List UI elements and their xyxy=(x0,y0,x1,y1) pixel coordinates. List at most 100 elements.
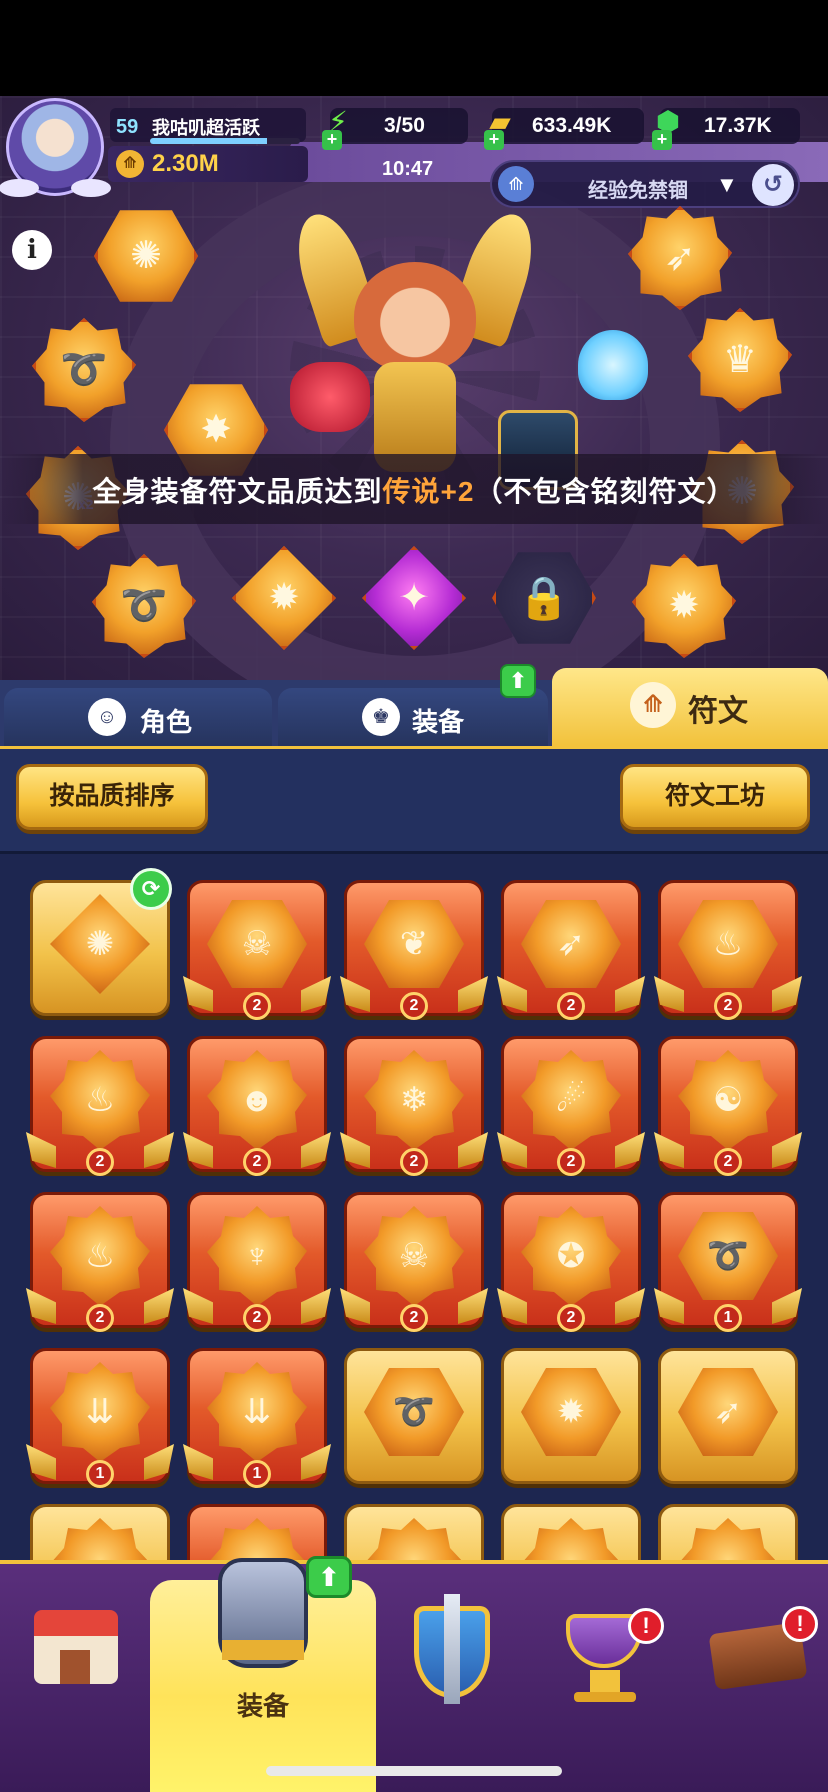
rune-symbol-icon: ✺ xyxy=(85,925,115,963)
sort-by-quality-button[interactable]: 按品质排序 xyxy=(16,764,208,830)
rune-card[interactable]: ☻ 2 xyxy=(183,1036,331,1176)
swap-icon[interactable]: ⟳ xyxy=(130,868,172,910)
stamina-plus-icon[interactable]: + xyxy=(322,130,342,150)
rune-symbol-icon xyxy=(521,1518,621,1566)
rune-symbol-icon xyxy=(364,1518,464,1566)
rune-card[interactable]: ♨ 2 xyxy=(654,880,802,1020)
rune-symbol-icon: ❦ xyxy=(399,925,429,963)
stamina-value: 3/50 xyxy=(384,114,425,137)
rune-slot-top-right[interactable]: ➶ xyxy=(628,206,732,310)
rune-level-badge: 2 xyxy=(400,1148,428,1176)
gold-plus-icon[interactable]: + xyxy=(484,130,504,150)
rune-symbol-icon: ♨ xyxy=(84,1237,116,1275)
rune-symbol-icon: ➶ xyxy=(713,1393,743,1431)
rune-symbol-icon: ⇊ xyxy=(85,1393,115,1431)
rune-level-badge: 1 xyxy=(714,1304,742,1332)
avatar-wing-left xyxy=(0,179,39,197)
rune-symbol-icon: ♆ xyxy=(244,1237,270,1275)
status-bar xyxy=(0,0,828,96)
rune-level-badge: 2 xyxy=(400,1304,428,1332)
rune-symbol-icon: ✪ xyxy=(556,1237,586,1275)
rune-card[interactable]: ☯ 2 xyxy=(654,1036,802,1176)
rune-slot-left-4[interactable]: ➰ xyxy=(92,554,196,658)
tab-runes[interactable]: ⟰ 符文 xyxy=(552,668,828,746)
shop-door xyxy=(60,1650,90,1684)
rune-card[interactable]: ✺ ⟳ xyxy=(30,868,172,1020)
tab-hero[interactable]: ☺ 角色 xyxy=(4,688,272,746)
hero-head xyxy=(354,262,476,372)
rune-card[interactable] xyxy=(501,1504,641,1566)
rune-level-badge: 2 xyxy=(400,992,428,1020)
rune-card[interactable]: ✪ 2 xyxy=(497,1192,645,1332)
rune-slot-locked[interactable]: 🔒 xyxy=(492,546,596,650)
rune-card[interactable]: ⇊ 1 xyxy=(26,1348,174,1488)
rune-card[interactable]: ➰ xyxy=(344,1348,484,1488)
rune-symbol-icon: ☠ xyxy=(241,925,273,963)
sword-icon xyxy=(444,1594,460,1704)
rune-card[interactable]: ⇊ 1 xyxy=(183,1348,331,1488)
rune-card[interactable]: ➶ xyxy=(658,1348,798,1488)
banner-prefix: 全身装备符文品质达到 xyxy=(92,476,383,507)
rune-card[interactable]: ☠ 2 xyxy=(183,880,331,1020)
exp-selector-label: 经验免禁锢 xyxy=(588,180,688,202)
slot-rune-icon: ✦ xyxy=(398,577,430,619)
slot-rune-icon: ✹ xyxy=(668,585,700,627)
rune-level-badge: 1 xyxy=(86,1460,114,1488)
rune-level-badge: 2 xyxy=(86,1148,114,1176)
rune-type-icon: ⟰ xyxy=(498,166,534,202)
rune-slot-bottom-right[interactable]: ✹ xyxy=(632,554,736,658)
rune-symbol-icon: ♨ xyxy=(712,925,744,963)
rune-level-badge: 2 xyxy=(557,992,585,1020)
rune-card[interactable]: ➰ 1 xyxy=(654,1192,802,1332)
rune-slot-right-2[interactable]: ♛ xyxy=(688,308,792,412)
rune-card[interactable]: ❦ 2 xyxy=(340,880,488,1020)
rune-card[interactable]: ♆ 2 xyxy=(183,1192,331,1332)
slot-rune-icon: ✺ xyxy=(130,235,162,277)
player-level: 59 xyxy=(116,116,139,138)
auto-equip-icon[interactable]: ↺ xyxy=(752,164,794,206)
ghost-pet xyxy=(578,330,648,400)
trophy-alert-icon: ! xyxy=(628,1608,664,1644)
rune-level-badge: 2 xyxy=(557,1148,585,1176)
rune-slot-left-2[interactable]: ➰ xyxy=(32,318,136,422)
rune-workshop-button[interactable]: 符文工坊 xyxy=(620,764,810,830)
rune-card[interactable] xyxy=(187,1504,327,1566)
lock-icon: 🔒 xyxy=(517,574,571,621)
home-indicator[interactable] xyxy=(266,1766,562,1776)
rune-card[interactable]: ♨ 2 xyxy=(26,1036,174,1176)
rune-slot-bottom-purple[interactable]: ✦ xyxy=(362,546,466,650)
nav-equipment-label: 装备 xyxy=(236,1691,289,1721)
helmet-icon: ♚ xyxy=(362,698,400,736)
rune-slot-top-left[interactable]: ✺ xyxy=(94,204,198,308)
rune-symbol-icon: ♨ xyxy=(84,1081,116,1119)
tab-equipment-label: 装备 xyxy=(412,707,465,737)
rune-level-badge: 1 xyxy=(243,1460,271,1488)
rune-inventory-grid: ✺ ⟳ ☠ 2 ❦ 2 ➶ 2 ♨ 2 ♨ 2 ☻ 2 ❄ 2 ☄ 2 ☯ 2 ♨ 2 ♆ 2 ☠ 2 ✪ 2 ➰ 1 ⇊ 1 ⇊ 1 ➰ ✹ ➶ xyxy=(0,854,828,1566)
gem-plus-icon[interactable]: + xyxy=(652,130,672,150)
rune-card[interactable] xyxy=(658,1504,798,1566)
workshop-alert-icon: ! xyxy=(782,1606,818,1642)
player-avatar[interactable] xyxy=(0,98,111,197)
rune-symbol-icon xyxy=(678,1518,778,1566)
rune-symbol-icon: ☯ xyxy=(712,1081,744,1119)
clock: 10:47 xyxy=(382,158,434,180)
rune-card[interactable]: ☄ 2 xyxy=(497,1036,645,1176)
rune-card[interactable]: ➶ 2 xyxy=(497,880,645,1020)
rune-card[interactable]: ♨ 2 xyxy=(26,1192,174,1332)
info-icon[interactable]: i xyxy=(12,230,52,270)
chevron-down-icon[interactable]: ▼ xyxy=(716,172,738,198)
rune-symbol-icon: ✹ xyxy=(556,1393,586,1431)
rune-card[interactable] xyxy=(30,1504,170,1566)
rune-level-badge: 2 xyxy=(243,1304,271,1332)
rune-card[interactable]: ❄ 2 xyxy=(340,1036,488,1176)
rune-level-badge: 2 xyxy=(86,1304,114,1332)
avatar-wing-right xyxy=(71,179,111,197)
rune-card[interactable] xyxy=(344,1504,484,1566)
banner-highlight: 传说+2 xyxy=(382,476,475,507)
rune-slot-bottom-1[interactable]: ✹ xyxy=(232,546,336,650)
rune-card[interactable]: ☠ 2 xyxy=(340,1192,488,1332)
rune-symbol-icon xyxy=(50,1518,150,1566)
quest-banner-text: 全身装备符文品质达到传说+2（不包含铭刻符文） xyxy=(0,470,828,510)
rune-card[interactable]: ✹ xyxy=(501,1348,641,1488)
tab-runes-label: 符文 xyxy=(688,695,748,728)
